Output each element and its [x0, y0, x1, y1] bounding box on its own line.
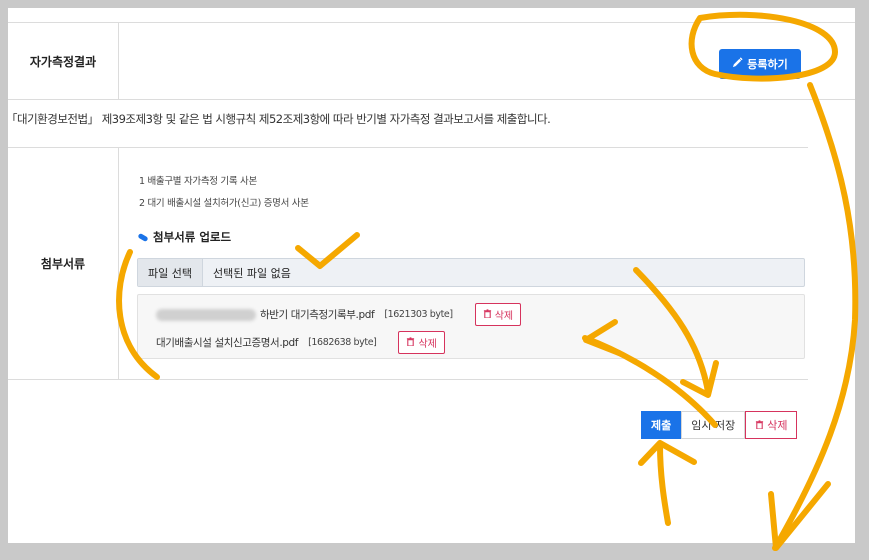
file-select-button[interactable]: 파일 선택 — [138, 259, 203, 286]
attachments-header: 첨부서류 — [8, 148, 119, 379]
attachments-row: 첨부서류 1 배출구별 자가측정 기록 사본 2 대기 배출시설 설치허가(신고… — [8, 147, 808, 380]
delete-file-button[interactable]: 삭제 — [398, 331, 445, 354]
delete-file-label: 삭제 — [418, 339, 437, 350]
register-button[interactable]: 등록하기 — [719, 49, 801, 79]
requirement-item: 2 대기 배출시설 설치허가(신고) 증명서 사본 — [139, 198, 309, 209]
action-buttons: 제출 임시 저장 삭제 — [641, 411, 798, 439]
file-row: 하반기 대기측정기록부.pdf [1621303 byte] 삭제 — [156, 303, 522, 326]
file-name: 대기배출시설 설치신고증명서.pdf — [156, 337, 299, 349]
file-input[interactable]: 파일 선택 선택된 파일 없음 — [137, 258, 805, 287]
file-name: 하반기 대기측정기록부.pdf — [260, 309, 375, 321]
delete-file-button[interactable]: 삭제 — [474, 303, 522, 326]
delete-button[interactable]: 삭제 — [745, 411, 798, 439]
measure-result-row: 자가측정결과 등록하기 — [8, 22, 855, 100]
redacted-text — [156, 308, 256, 321]
measure-result-header: 자가측정결과 — [8, 23, 119, 99]
main-panel: 자가측정결과 등록하기 「대기환경보전법」 제39조제3항 및 같은 법 시행규… — [6, 8, 855, 543]
register-button-label: 등록하기 — [747, 58, 788, 71]
file-row: 대기배출시설 설치신고증명서.pdf [1682638 byte] 삭제 — [156, 331, 445, 354]
upload-title: 첨부서류 업로드 — [137, 229, 232, 245]
delete-button-label: 삭제 — [767, 419, 788, 432]
delete-file-label: 삭제 — [494, 311, 514, 322]
file-size: [1621303 byte] — [384, 309, 453, 320]
uploaded-file-list: 하반기 대기측정기록부.pdf [1621303 byte] 삭제 대기배출시설… — [137, 294, 805, 359]
trash-icon — [406, 336, 415, 349]
bullet-icon — [137, 232, 149, 242]
trash-icon — [755, 419, 764, 432]
pencil-icon — [732, 57, 743, 71]
temp-save-button[interactable]: 임시 저장 — [681, 411, 746, 439]
requirement-item: 1 배출구별 자가측정 기록 사본 — [139, 176, 257, 187]
upload-title-label: 첨부서류 업로드 — [153, 230, 232, 244]
legal-notice: 「대기환경보전법」 제39조제3항 및 같은 법 시행규칙 제52조제3항에 따… — [6, 112, 551, 126]
trash-icon — [483, 308, 492, 321]
submit-button[interactable]: 제출 — [641, 411, 682, 439]
file-status: 선택된 파일 없음 — [212, 266, 291, 280]
file-size: [1682638 byte] — [308, 337, 377, 348]
